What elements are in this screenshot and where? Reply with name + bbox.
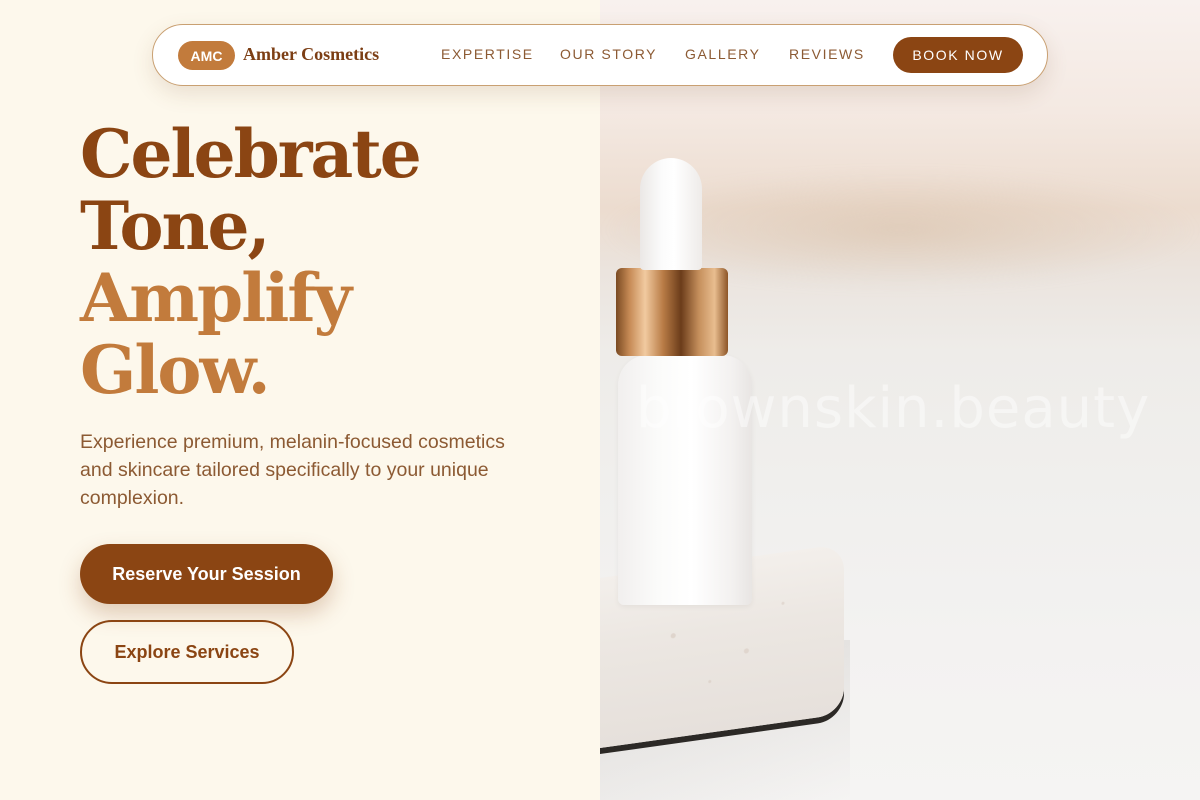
bottle-gold-collar (616, 268, 728, 356)
top-navigation: AMC Amber Cosmetics EXPERTISE OUR STORY … (152, 24, 1048, 86)
nav-link-reviews[interactable]: REVIEWS (789, 46, 865, 62)
nav-link-gallery[interactable]: GALLERY (685, 46, 761, 62)
headline-line-2: Tone, (80, 187, 271, 265)
reserve-session-button[interactable]: Reserve Your Session (80, 544, 333, 604)
bottle-dropper-teat (640, 158, 702, 270)
nav-link-expertise[interactable]: EXPERTISE (441, 46, 534, 62)
photo-watermark: brownskin.beauty (636, 376, 1151, 441)
headline-line-1: Celebrate (80, 115, 422, 193)
nav-link-our-story[interactable]: OUR STORY (560, 46, 657, 62)
book-now-button[interactable]: BOOK NOW (893, 37, 1023, 73)
headline-line-3: Amplify (80, 259, 352, 337)
headline-line-4: Glow. (80, 331, 271, 409)
hero-headline: Celebrate Tone, Amplify Glow. (80, 115, 422, 409)
explore-services-button[interactable]: Explore Services (80, 620, 294, 684)
hero-subtext: Experience premium, melanin-focused cosm… (80, 431, 505, 509)
brand-name[interactable]: Amber Cosmetics (243, 44, 379, 65)
logo-badge[interactable]: AMC (178, 41, 235, 70)
